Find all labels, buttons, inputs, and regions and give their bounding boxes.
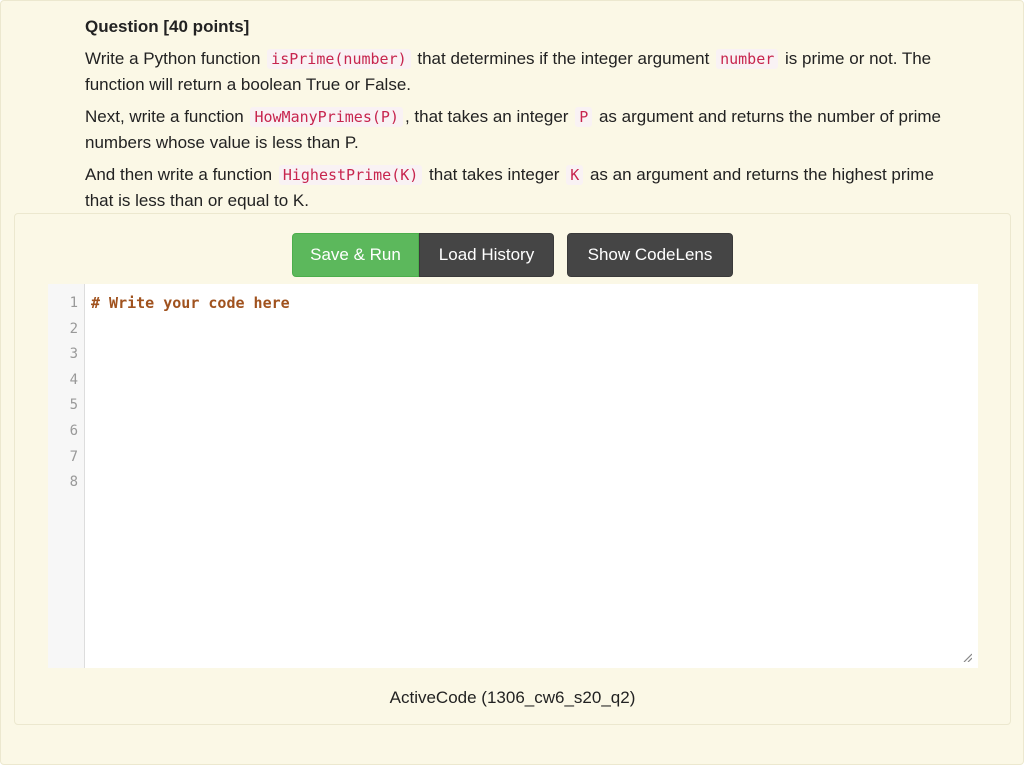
question-text: Question [40 points] Write a Python func… <box>85 14 945 220</box>
line-number: 3 <box>69 346 78 363</box>
inline-code: isPrime(number) <box>267 49 411 69</box>
line-number-gutter: 1 2 3 4 5 6 7 8 <box>48 284 85 668</box>
load-history-button[interactable]: Load History <box>419 233 554 277</box>
inline-code: K <box>566 165 584 185</box>
save-run-button[interactable]: Save & Run <box>292 233 419 277</box>
inline-code: HowManyPrimes(P) <box>250 107 403 127</box>
text-span: that determines if the integer argument <box>412 49 715 68</box>
code-line[interactable] <box>91 419 978 445</box>
question-title: Question [40 points] <box>85 17 250 36</box>
line-number: 1 <box>69 295 78 311</box>
code-line[interactable] <box>91 445 978 471</box>
code-line[interactable] <box>91 317 978 343</box>
code-line[interactable] <box>91 342 978 368</box>
line-number: 4 <box>69 371 78 388</box>
text-span: And then write a function <box>85 165 277 184</box>
question-paragraph-3: And then write a function HighestPrime(K… <box>85 162 945 213</box>
text-span: Next, write a function <box>85 107 249 126</box>
inline-code: number <box>716 49 779 69</box>
code-line[interactable] <box>91 368 978 394</box>
code-text-area[interactable]: # Write your code here <box>85 284 978 668</box>
code-editor[interactable]: 1 2 3 4 5 6 7 8 # Write your code here <box>48 284 978 668</box>
question-paragraph-2: Next, write a function HowManyPrimes(P),… <box>85 104 945 155</box>
question-paragraph-1: Write a Python function isPrime(number) … <box>85 46 945 97</box>
inline-code: HighestPrime(K) <box>278 165 423 185</box>
activecode-panel: Save & Run Load History Show CodeLens 1 … <box>14 213 1011 725</box>
code-line[interactable]: # Write your code here <box>91 291 978 317</box>
line-number: 6 <box>69 422 78 439</box>
line-number: 5 <box>69 397 78 414</box>
inline-code: P <box>575 107 593 127</box>
line-number: 2 <box>69 320 78 337</box>
line-number: 7 <box>69 448 78 465</box>
code-line[interactable] <box>91 393 978 419</box>
text-span: that takes integer <box>424 165 565 184</box>
text-span: , that takes an integer <box>404 107 574 126</box>
show-codelens-button[interactable]: Show CodeLens <box>567 233 733 277</box>
text-span: Write a Python function <box>85 49 266 68</box>
activecode-toolbar: Save & Run Load History Show CodeLens <box>292 233 733 277</box>
activecode-caption: ActiveCode (1306_cw6_s20_q2) <box>389 688 636 707</box>
line-number: 8 <box>69 474 78 491</box>
code-line[interactable] <box>91 470 978 496</box>
resize-handle-icon[interactable] <box>962 652 972 662</box>
